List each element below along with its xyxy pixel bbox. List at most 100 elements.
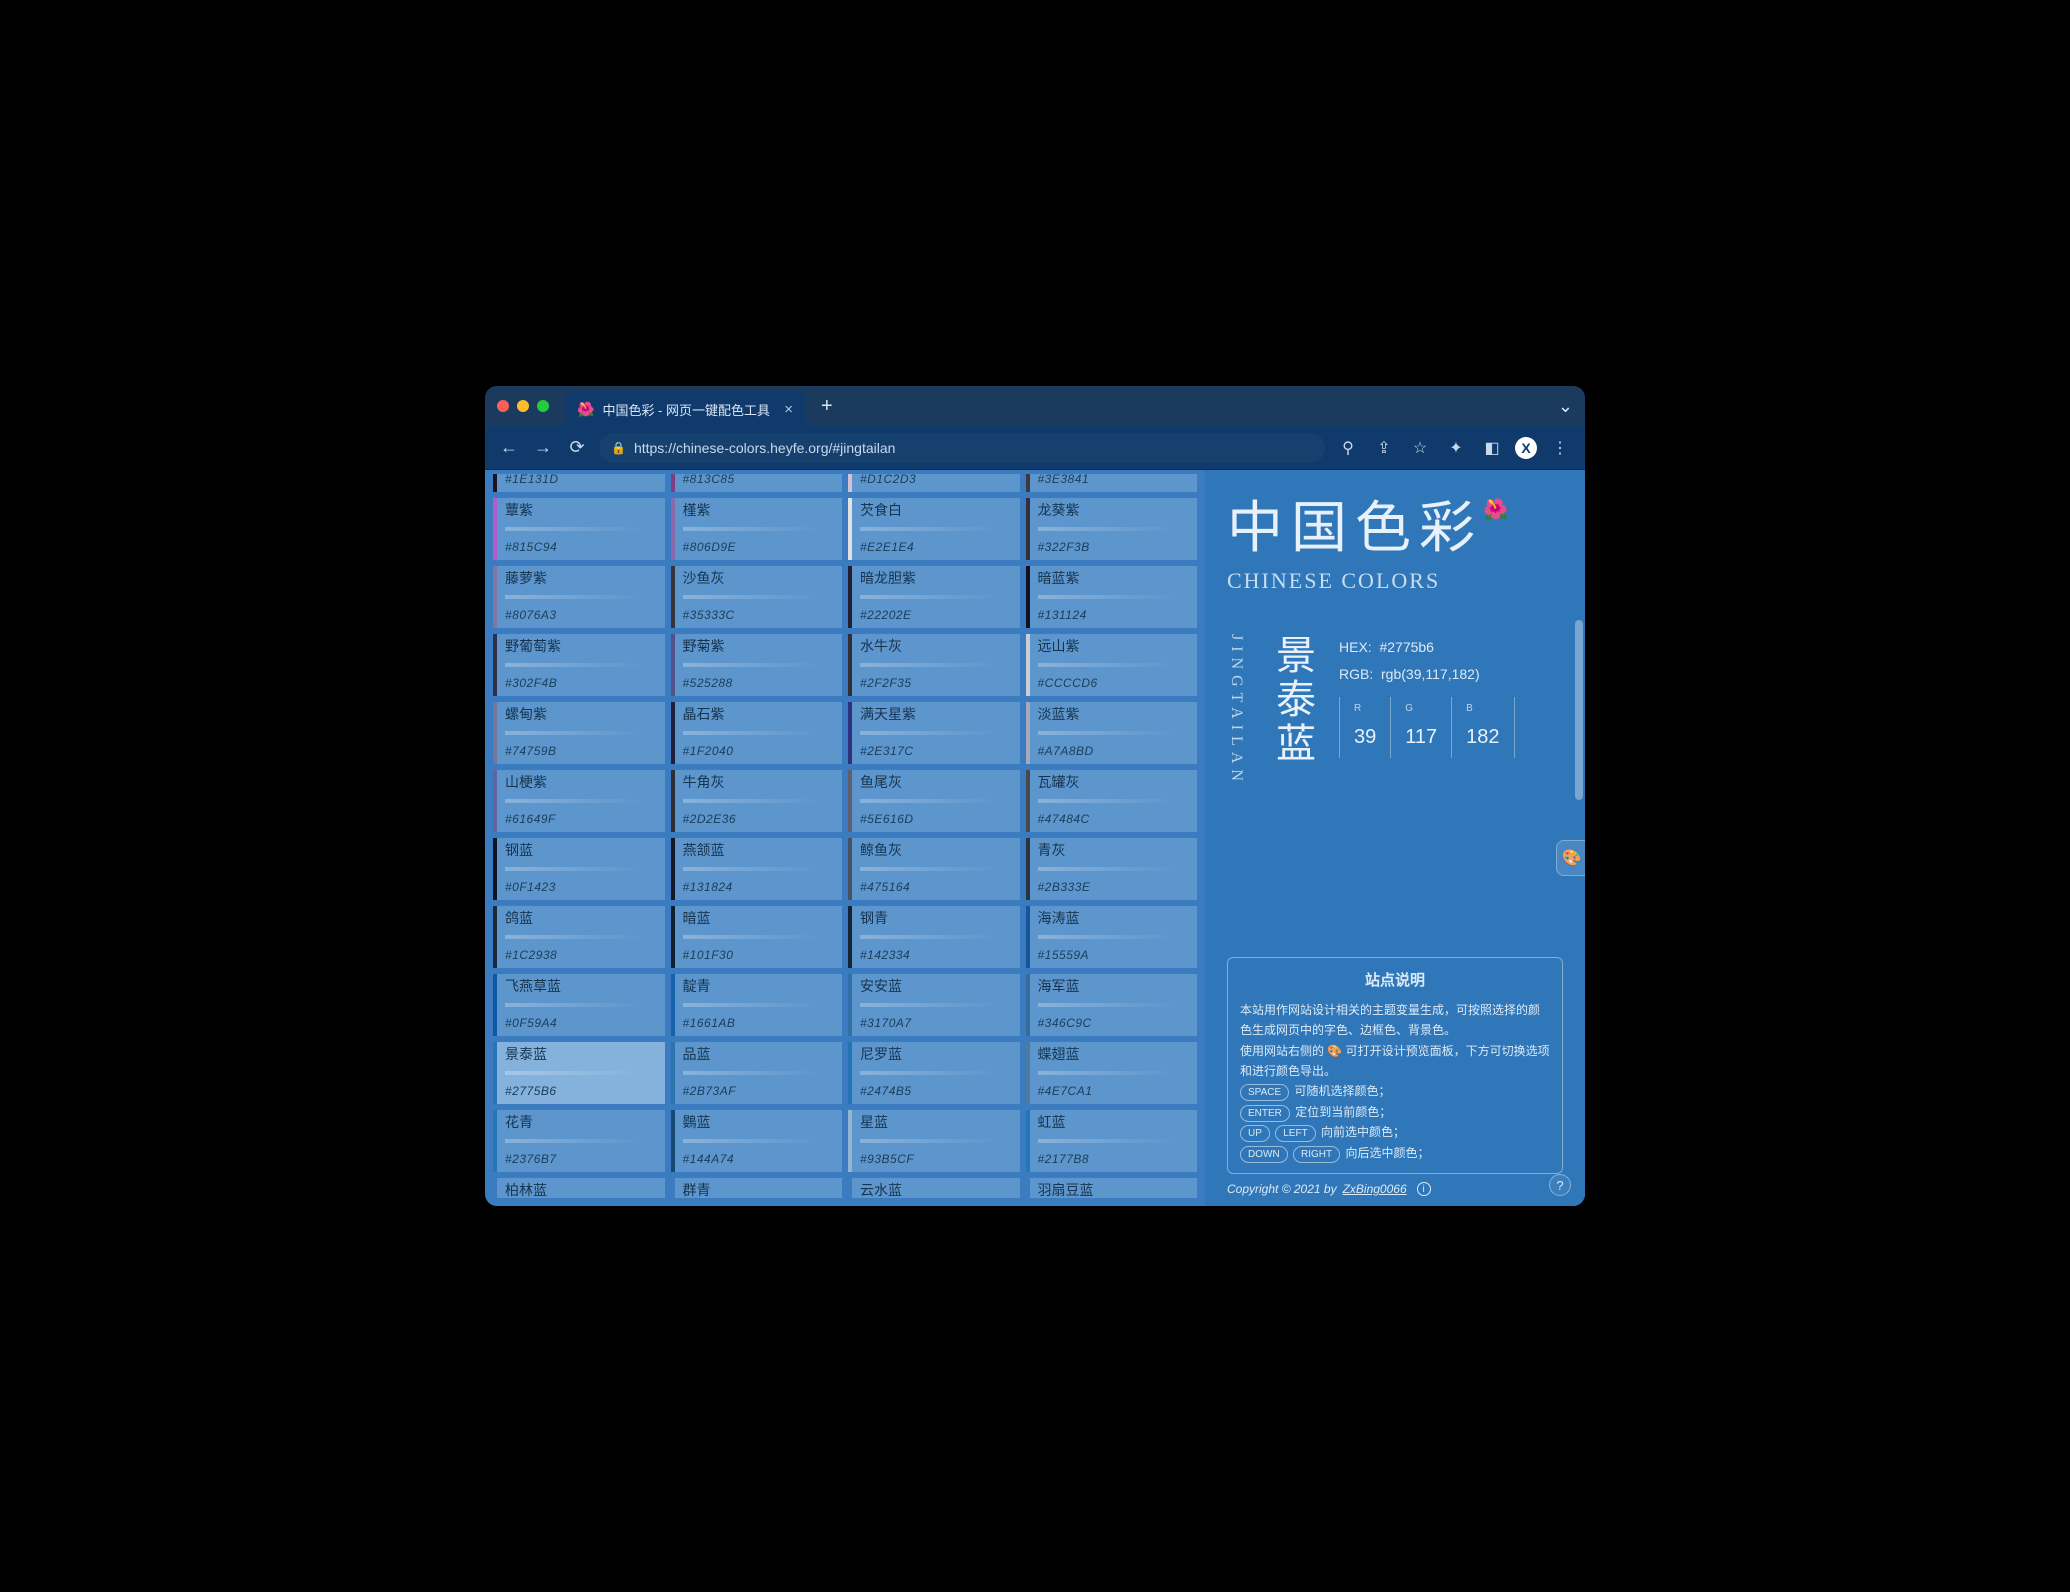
- color-name: 藤萝紫: [505, 570, 657, 587]
- color-card[interactable]: 水牛灰 #2F2F35: [848, 634, 1020, 696]
- new-tab-button[interactable]: +: [813, 395, 841, 418]
- color-card[interactable]: 芡食白#E2E1E4: [848, 498, 1020, 560]
- color-name: 淡蓝紫: [1038, 706, 1190, 723]
- color-hex: #144A74: [683, 1152, 835, 1166]
- menu-dots-icon[interactable]: ⋮: [1547, 438, 1573, 458]
- color-card[interactable]: 瓦罐灰#47484C: [1026, 770, 1198, 832]
- address-bar[interactable]: 🔒 https://chinese-colors.heyfe.org/#jing…: [599, 433, 1325, 463]
- selected-name-cn: 景泰蓝: [1263, 634, 1321, 787]
- color-card[interactable]: 青灰#2B333E: [1026, 838, 1198, 900]
- color-card[interactable]: 海军蓝#346C9C: [1026, 974, 1198, 1036]
- browser-tab[interactable]: 🌺 中国色彩 - 网页一键配色工具 ×: [565, 392, 805, 426]
- color-card[interactable]: 景泰蓝#2775B6: [493, 1042, 665, 1104]
- color-card[interactable]: 沙鱼灰#35333C: [671, 566, 843, 628]
- color-card[interactable]: 暗蓝紫#131124: [1026, 566, 1198, 628]
- color-card[interactable]: 靛青#1661AB: [671, 974, 843, 1036]
- color-card[interactable]: 藤萝紫#8076A3: [493, 566, 665, 628]
- color-name: 瓦罐灰: [1038, 774, 1190, 791]
- color-card[interactable]: 山梗紫#61649F: [493, 770, 665, 832]
- color-card[interactable]: 鷃蓝 #144A74: [671, 1110, 843, 1172]
- scrollbar-thumb[interactable]: [1575, 620, 1583, 800]
- tab-title: 中国色彩 - 网页一键配色工具: [602, 400, 770, 419]
- reload-button[interactable]: ⟳: [565, 437, 589, 458]
- color-card[interactable]: 暗龙胆紫#22202E: [848, 566, 1020, 628]
- site-title: 中国色彩🌺: [1227, 500, 1563, 556]
- color-card[interactable]: 燕颔蓝#131824: [671, 838, 843, 900]
- site-subtitle: CHINESE COLORS: [1227, 568, 1563, 594]
- color-card[interactable]: 淡蓝紫#A7A8BD: [1026, 702, 1198, 764]
- color-card[interactable]: 暗蓝#101F30: [671, 906, 843, 968]
- color-name: 钢青: [860, 910, 1012, 927]
- color-card[interactable]: 螺甸紫#74759B: [493, 702, 665, 764]
- back-button[interactable]: ←: [497, 437, 521, 458]
- maximize-window-button[interactable]: [537, 400, 549, 412]
- sidepanel-icon[interactable]: ◧: [1479, 438, 1505, 458]
- color-name: 满天星紫: [860, 706, 1012, 723]
- profile-avatar[interactable]: X: [1515, 437, 1537, 459]
- color-name: 景泰蓝: [505, 1046, 657, 1063]
- color-hex: #CCCCD6: [1038, 676, 1190, 690]
- color-card[interactable]: 野葡萄紫#302F4B: [493, 634, 665, 696]
- color-card[interactable]: 远山紫#CCCCD6: [1026, 634, 1198, 696]
- color-card[interactable]: 花青#2376B7: [493, 1110, 665, 1172]
- color-name: 野菊紫: [683, 638, 835, 655]
- color-name: 芡食白: [860, 502, 1012, 519]
- color-hex: #2B73AF: [683, 1084, 835, 1098]
- color-card[interactable]: 鲸鱼灰#475164: [848, 838, 1020, 900]
- color-hex: #2474B5: [860, 1084, 1012, 1098]
- color-card[interactable]: #3E3841: [1026, 474, 1198, 492]
- share-icon[interactable]: ⇪: [1371, 438, 1397, 458]
- color-card[interactable]: 龙葵紫#322F3B: [1026, 498, 1198, 560]
- color-name: 鷃蓝: [683, 1114, 835, 1131]
- color-card[interactable]: 鸽蓝#1C2938: [493, 906, 665, 968]
- color-hex: #806D9E: [683, 540, 835, 554]
- color-card[interactable]: 钢青#142334: [848, 906, 1020, 968]
- tab-close-icon[interactable]: ×: [784, 401, 793, 418]
- color-name: 暗龙胆紫: [860, 570, 1012, 587]
- color-card[interactable]: #813C85: [671, 474, 843, 492]
- color-name: 沙鱼灰: [683, 570, 835, 587]
- search-icon[interactable]: ⚲: [1335, 438, 1361, 458]
- color-card[interactable]: 钢蓝#0F1423: [493, 838, 665, 900]
- info-icon[interactable]: i: [1417, 1182, 1431, 1196]
- kbd-left: LEFT: [1275, 1125, 1315, 1142]
- color-card[interactable]: 云水蓝: [848, 1178, 1020, 1198]
- color-card[interactable]: 槿紫#806D9E: [671, 498, 843, 560]
- color-name: 鸽蓝: [505, 910, 657, 927]
- color-name: 螺甸紫: [505, 706, 657, 723]
- color-name: 水牛灰: [860, 638, 1012, 655]
- color-card[interactable]: 蝶翅蓝#4E7CA1: [1026, 1042, 1198, 1104]
- color-card[interactable]: 品蓝#2B73AF: [671, 1042, 843, 1104]
- color-card[interactable]: 蕈紫#815C94: [493, 498, 665, 560]
- tabs-dropdown-icon[interactable]: ⌄: [1558, 396, 1573, 417]
- color-card[interactable]: 柏林蓝: [493, 1178, 665, 1198]
- color-hex: #93B5CF: [860, 1152, 1012, 1166]
- color-card[interactable]: 星蓝#93B5CF: [848, 1110, 1020, 1172]
- color-card[interactable]: 牛角灰#2D2E36: [671, 770, 843, 832]
- color-card[interactable]: 飞燕草蓝#0F59A4: [493, 974, 665, 1036]
- color-card[interactable]: 晶石紫#1F2040: [671, 702, 843, 764]
- close-window-button[interactable]: [497, 400, 509, 412]
- color-hex: #61649F: [505, 812, 657, 826]
- color-card[interactable]: #1E131D: [493, 474, 665, 492]
- bookmark-star-icon[interactable]: ☆: [1407, 438, 1433, 458]
- palette-toggle-button[interactable]: 🎨: [1556, 840, 1585, 876]
- color-card[interactable]: #D1C2D3: [848, 474, 1020, 492]
- kbd-space: SPACE: [1240, 1084, 1289, 1101]
- color-name: 羽扇豆蓝: [1038, 1182, 1190, 1199]
- forward-button[interactable]: →: [531, 437, 555, 458]
- color-card[interactable]: 满天星紫#2E317C: [848, 702, 1020, 764]
- color-card[interactable]: 安安蓝#3170A7: [848, 974, 1020, 1036]
- color-card[interactable]: 尼罗蓝#2474B5: [848, 1042, 1020, 1104]
- color-card[interactable]: 群青: [671, 1178, 843, 1198]
- color-hex: #2F2F35: [860, 676, 1012, 690]
- extensions-icon[interactable]: ✦: [1443, 438, 1469, 458]
- color-card[interactable]: 虹蓝#2177B8: [1026, 1110, 1198, 1172]
- color-card[interactable]: 野菊紫#525288: [671, 634, 843, 696]
- help-toggle-button[interactable]: ?: [1549, 1174, 1571, 1196]
- color-card[interactable]: 海涛蓝#15559A: [1026, 906, 1198, 968]
- color-card[interactable]: 羽扇豆蓝: [1026, 1178, 1198, 1198]
- minimize-window-button[interactable]: [517, 400, 529, 412]
- color-card[interactable]: 鱼尾灰#5E616D: [848, 770, 1020, 832]
- author-link[interactable]: ZxBing0066: [1343, 1182, 1407, 1196]
